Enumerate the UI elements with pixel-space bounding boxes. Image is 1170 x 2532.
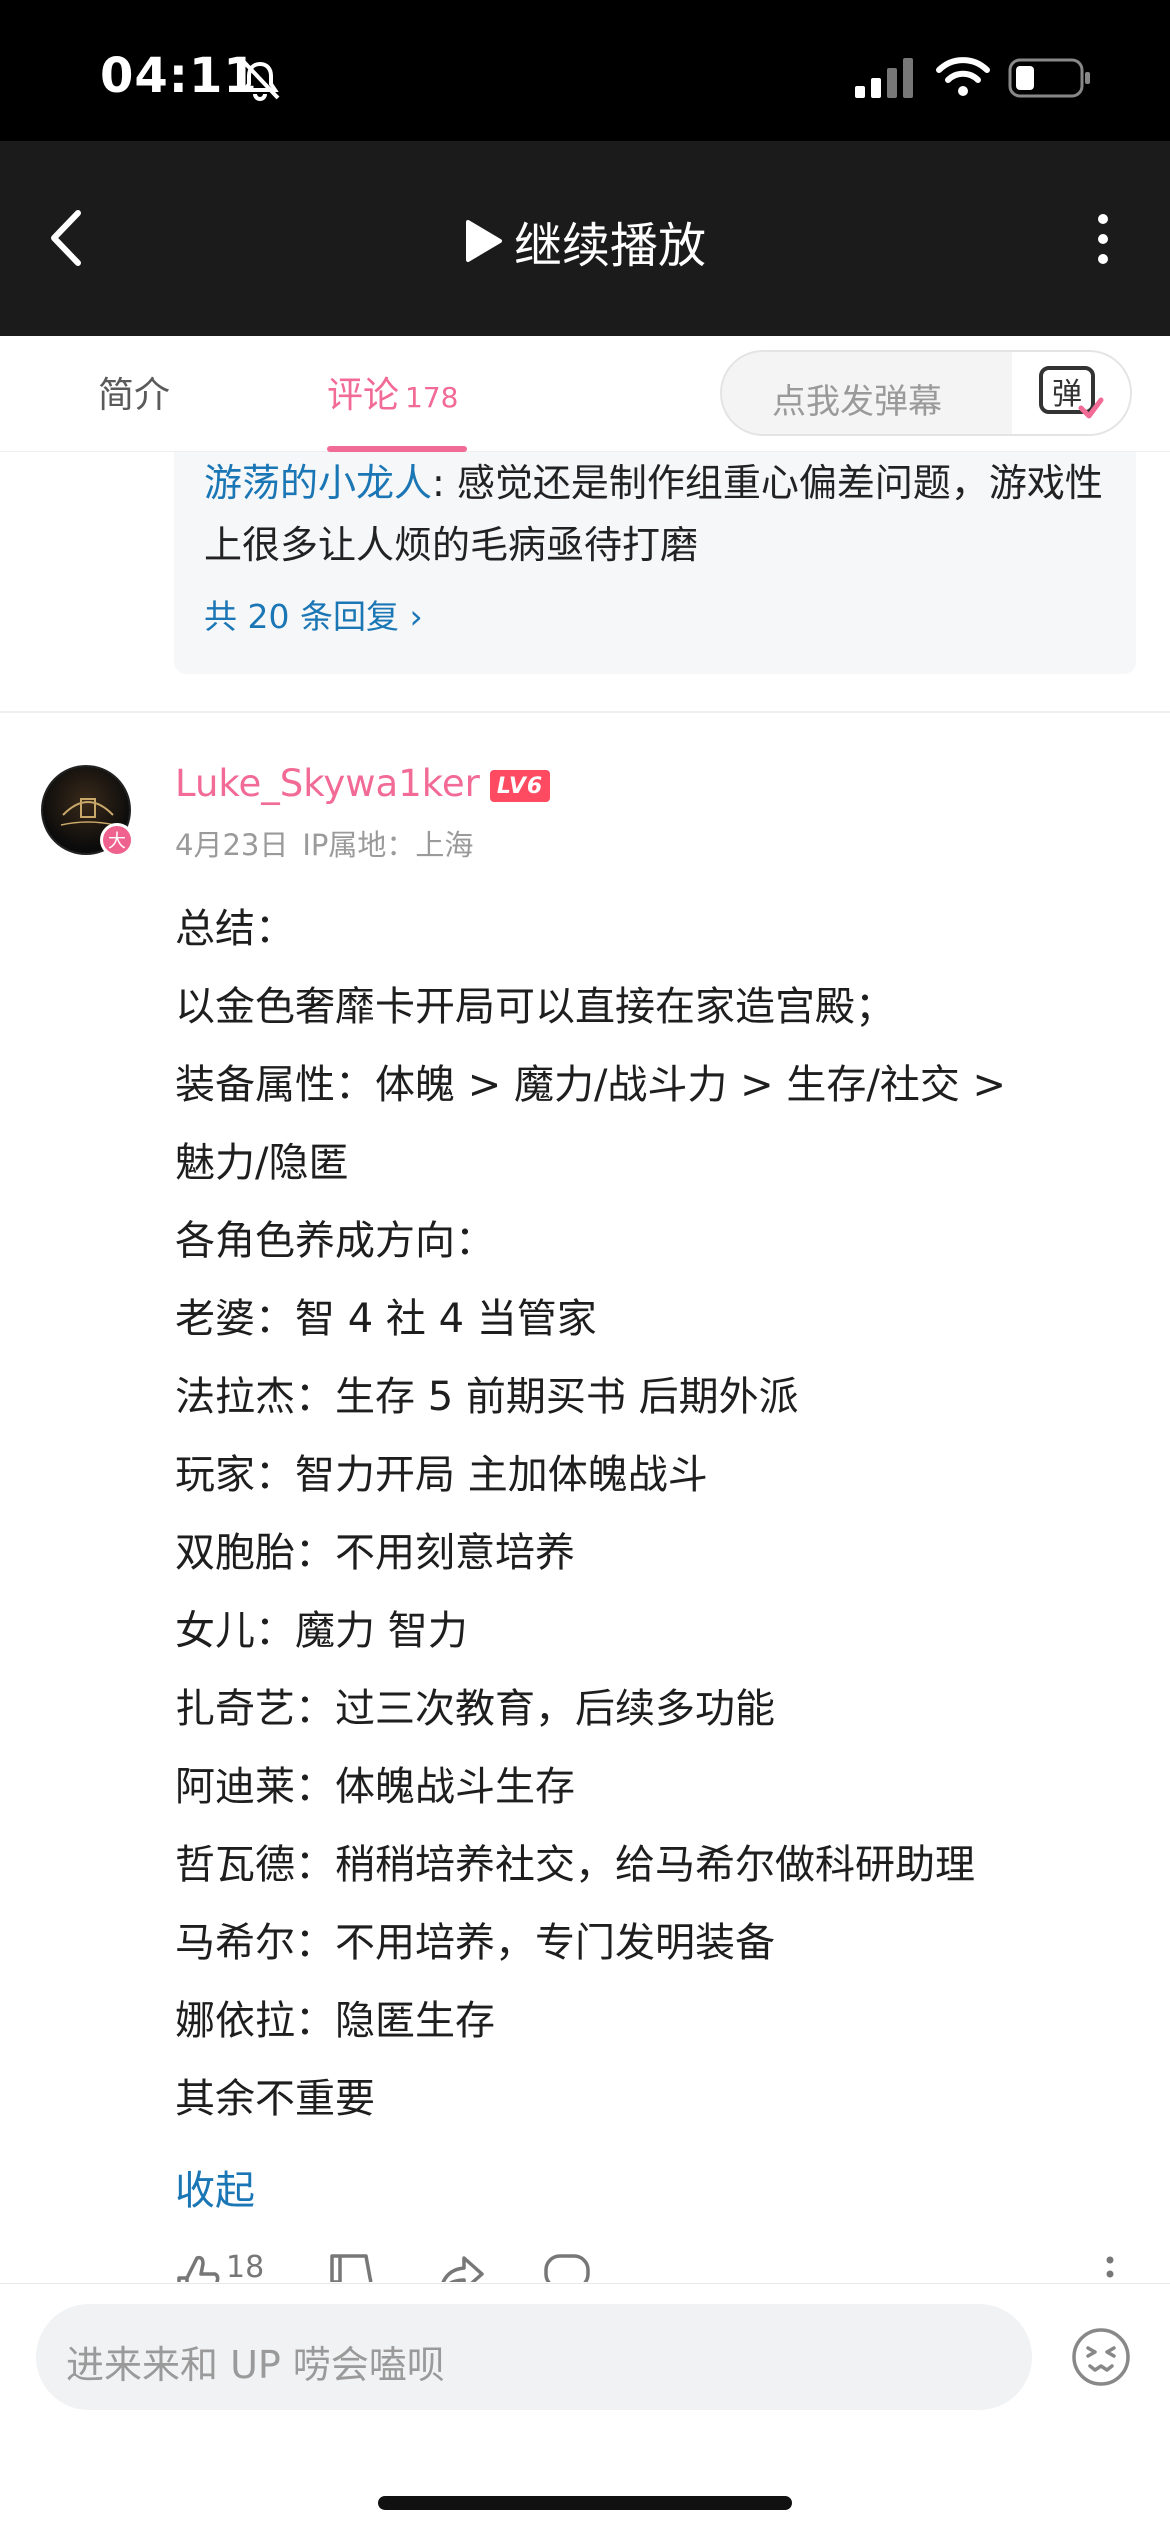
comment-line: 老婆：智 4 社 4 当管家 xyxy=(175,1296,597,1342)
back-icon[interactable] xyxy=(44,205,88,271)
comment-line: 总结： xyxy=(175,906,295,952)
tab-comments-label: 评论 xyxy=(327,375,400,416)
tab-intro-label: 简介 xyxy=(98,375,171,416)
like-count: 18 xyxy=(226,2250,265,2282)
comment-line: 装备属性：体魄 > 魔力/战斗力 > 生存/社交 > xyxy=(175,1062,1007,1108)
comment-input-placeholder: 进来来和 UP 唠会嗑呗 xyxy=(66,2343,445,2387)
comment-line: 各角色养成方向： xyxy=(175,1218,495,1264)
comment-line: 哲瓦德：稍稍培养社交，给马希尔做科研助理 xyxy=(175,1842,975,1888)
comment-line: 娜依拉：隐匿生存 xyxy=(175,1998,495,2044)
more-icon[interactable] xyxy=(1088,209,1118,269)
view-replies-link[interactable]: 共 20 条回复 › xyxy=(204,590,423,638)
comment-line: 其余不重要 xyxy=(175,2076,375,2122)
comment-date: 4月23日 xyxy=(175,828,289,862)
level-badge: LV6 xyxy=(490,770,550,802)
continue-play-label: 继续播放 xyxy=(514,218,707,274)
like-icon[interactable] xyxy=(175,2250,221,2282)
comment-ip: IP属地：上海 xyxy=(302,828,474,862)
collapse-button[interactable]: 收起 xyxy=(175,2158,255,2216)
comment-meta: 4月23日 IP属地：上海 xyxy=(175,822,487,864)
vip-badge: 大 xyxy=(100,823,134,857)
signal-icon xyxy=(855,58,913,98)
comment-line: 阿迪莱：体魄战斗生存 xyxy=(175,1764,575,1810)
comment-line: 女儿：魔力 智力 xyxy=(175,1608,468,1654)
status-time: 04:11 xyxy=(100,48,258,104)
comment-line: 马希尔：不用培养，专门发明装备 xyxy=(175,1920,775,1966)
play-icon xyxy=(466,220,502,262)
tab-comments[interactable]: 评论 178 xyxy=(327,366,458,418)
comment-divider xyxy=(0,711,1170,713)
reply-username[interactable]: 游荡的小龙人 xyxy=(204,461,432,505)
reply-preview-text: 游荡的小龙人: 感觉还是制作组重心偏差问题，游戏性上很多让人烦的毛病亟待打磨 xyxy=(204,452,1114,576)
reply-icon[interactable] xyxy=(542,2250,592,2282)
continue-play-button[interactable]: 继续播放 xyxy=(462,201,706,281)
comment-line: 玩家：智力开局 主加体魄战斗 xyxy=(175,1452,708,1498)
dislike-icon[interactable] xyxy=(328,2250,374,2282)
comment-body: 总结： 以金色奢靡卡开局可以直接在家造宫殿； 装备属性：体魄 > 魔力/战斗力 … xyxy=(175,890,1095,2138)
comment-input[interactable]: 进来来和 UP 唠会嗑呗 xyxy=(36,2304,1032,2410)
comment-line: 双胞胎：不用刻意培养 xyxy=(175,1530,575,1576)
emoji-icon[interactable] xyxy=(1070,2326,1132,2388)
comment-username[interactable]: Luke_Skywa1ker xyxy=(175,762,480,805)
comment-line: 扎奇艺：过三次教育，后续多功能 xyxy=(175,1686,775,1732)
share-icon[interactable] xyxy=(436,2250,486,2282)
bell-off-icon xyxy=(241,60,280,101)
reply-preview[interactable]: 游荡的小龙人: 感觉还是制作组重心偏差问题，游戏性上很多让人烦的毛病亟待打磨 共… xyxy=(174,452,1136,674)
comment-actions: 18 xyxy=(0,2250,1170,2282)
comments-count: 178 xyxy=(405,381,459,414)
bottom-input-bar: 进来来和 UP 唠会嗑呗 xyxy=(0,2283,1170,2532)
comment-line: 法拉杰：生存 5 前期买书 后期外派 xyxy=(175,1374,799,1420)
status-bar: 04:11 xyxy=(0,0,1170,141)
comment-line: 魅力/隐匿 xyxy=(175,1140,349,1186)
battery-icon xyxy=(1008,58,1090,98)
danmaku-input[interactable]: 点我发弹幕 弹 xyxy=(720,350,1132,436)
tab-intro[interactable]: 简介 xyxy=(98,366,170,418)
tab-bar: 简介 评论 178 点我发弹幕 弹 xyxy=(0,336,1170,452)
comment-line: 以金色奢靡卡开局可以直接在家造宫殿； xyxy=(175,984,895,1030)
video-header: 继续播放 xyxy=(0,141,1170,336)
wifi-icon xyxy=(936,57,990,96)
danmaku-icon: 弹 xyxy=(1039,366,1104,419)
home-indicator xyxy=(378,2496,792,2510)
danmaku-placeholder: 点我发弹幕 xyxy=(772,382,942,422)
svg-text:弹: 弹 xyxy=(1052,377,1082,412)
danmaku-toggle-button[interactable]: 弹 xyxy=(1012,352,1130,434)
comment-more-icon[interactable] xyxy=(1100,2250,1120,2282)
